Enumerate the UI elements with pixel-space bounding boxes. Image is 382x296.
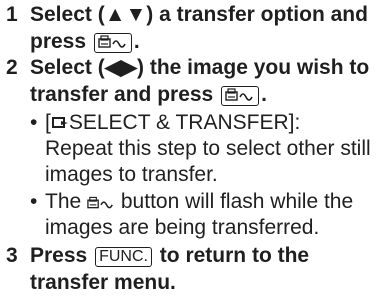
print-share-button-icon bbox=[93, 33, 132, 53]
text-segment: Select ( bbox=[30, 56, 105, 79]
bullet-line: Repeat this step to select other still bbox=[45, 137, 371, 160]
step-line: transfer and press . bbox=[30, 81, 380, 108]
text-segment: button will flash while the bbox=[120, 190, 354, 213]
text-segment: ) the image you wish to bbox=[137, 56, 370, 79]
text-segment: . bbox=[133, 30, 140, 53]
bullet-line: images to transfer. bbox=[45, 163, 218, 186]
step-text: Press FUNC. to return to the transfer me… bbox=[30, 242, 380, 296]
text-segment: Press bbox=[30, 244, 88, 267]
select-transfer-icon bbox=[51, 117, 68, 128]
step-number: 3 bbox=[6, 244, 18, 267]
step-text: Select (▲▼) a transfer option and press … bbox=[30, 1, 380, 55]
func-button-key: FUNC. bbox=[95, 247, 152, 267]
print-share-button-icon bbox=[221, 86, 260, 106]
bullet-line: images are being transferred. bbox=[45, 216, 320, 239]
text-segment: transfer and press bbox=[30, 83, 214, 106]
text-segment: Select ( bbox=[30, 3, 105, 26]
text-segment: . bbox=[261, 83, 267, 106]
text-segment: The bbox=[45, 190, 82, 213]
text-segment: SELECT & TRANSFER]: bbox=[68, 111, 301, 134]
bullet-marker: • bbox=[30, 111, 38, 134]
step-line: Select (◀▶) the image you wish to bbox=[30, 54, 380, 81]
step-line: Select (▲▼) a transfer option and bbox=[30, 1, 380, 28]
step-line: Press FUNC. to return to the bbox=[30, 242, 380, 269]
up-down-arrows-icon: ▲▼ bbox=[104, 3, 147, 26]
print-share-button-icon bbox=[87, 196, 113, 209]
text-segment: ) a transfer option and bbox=[146, 3, 368, 26]
step-text: Select (◀▶) the image you wish to transf… bbox=[30, 54, 380, 108]
step-line: press . bbox=[30, 28, 380, 55]
text-segment: to return to the bbox=[159, 244, 310, 267]
bullet-text: [SELECT & TRANSFER]: Repeat this step to… bbox=[45, 110, 381, 188]
text-segment: press bbox=[30, 30, 87, 53]
left-right-arrows-icon: ◀▶ bbox=[104, 56, 138, 79]
step-number: 1 bbox=[6, 3, 18, 26]
step-line: transfer menu. bbox=[30, 271, 176, 294]
bullet-text: The button will flash while the images a… bbox=[45, 189, 381, 241]
step-number: 2 bbox=[6, 56, 18, 79]
bullet-line: [SELECT & TRANSFER]: bbox=[45, 110, 381, 136]
bullet-line: The button will flash while the bbox=[45, 189, 381, 215]
bullet-marker: • bbox=[30, 190, 38, 213]
